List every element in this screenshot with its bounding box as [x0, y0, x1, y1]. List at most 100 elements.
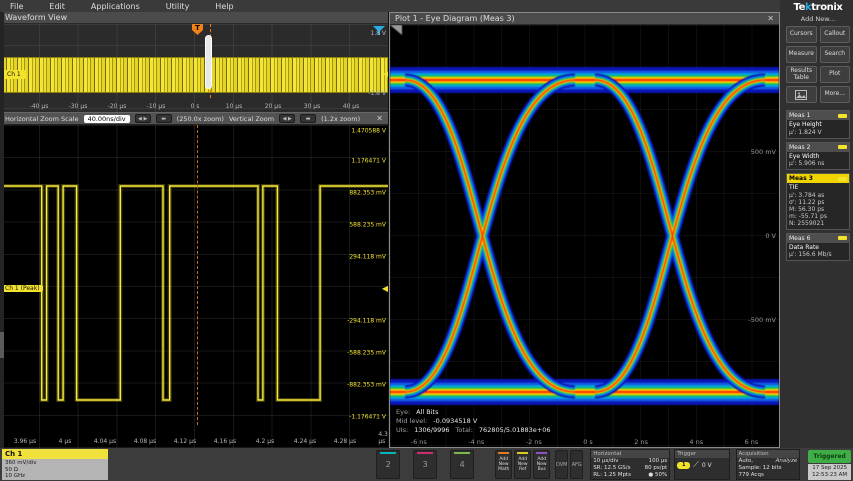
- vertical-zoom-slider[interactable]: ▬: [300, 114, 316, 123]
- utility-buttons: DVMAFG: [555, 450, 585, 479]
- eye-stat-label: Mid level:: [396, 417, 427, 426]
- channel-3-button[interactable]: 3: [413, 450, 437, 479]
- add-new-bus-button[interactable]: AddNewBus: [533, 450, 550, 479]
- eye-x-tick: -4 ns: [468, 438, 484, 446]
- eye-stat-value: 1306/9996: [414, 426, 449, 435]
- overview-channel-marker-icon: ◀: [383, 70, 388, 78]
- add-more--button[interactable]: More...: [820, 86, 851, 103]
- measurement-badge-meas1[interactable]: Meas 1Eye Heightµ': 1.824 V: [786, 110, 850, 139]
- zoom-x-tick: 4.04 µs: [94, 438, 116, 445]
- sidebar-scrollbar[interactable]: [0, 12, 4, 448]
- menu-item-applications[interactable]: Applications: [91, 2, 140, 11]
- horizontal-value: 100 µs: [645, 458, 668, 465]
- eye-stat-row: Eye:All Bits: [396, 408, 551, 417]
- horizontal-panel-title: Horizontal: [591, 450, 669, 458]
- trigger-status-button[interactable]: Triggered: [808, 450, 851, 463]
- measurement-header: Meas 6: [787, 234, 849, 243]
- date-label: 17 Sep 2025: [808, 465, 851, 473]
- overview-x-tick: 40 µs: [343, 103, 360, 110]
- trigger-settings-panel[interactable]: Trigger 1 ⟋ 0 V: [674, 449, 729, 480]
- eye-diagram-close-icon[interactable]: ✕: [767, 14, 774, 23]
- add-callout-button[interactable]: Callout: [820, 26, 851, 43]
- dvm-button[interactable]: DVM: [555, 450, 568, 479]
- eye-diagram-window: Plot 1 - Eye Diagram (Meas 3) ✕ 500 mV 0 …: [389, 12, 780, 448]
- measurement-stat: µ': 5.906 ns: [789, 160, 847, 167]
- overview-x-tick: -10 µs: [147, 103, 166, 110]
- vertical-zoom-label: Vertical Zoom: [229, 115, 274, 123]
- vertical-zoom-step-buttons[interactable]: ◀ ▶: [279, 114, 295, 123]
- eye-y-tick: 0 V: [765, 232, 776, 240]
- add-source-buttons: AddNewMathAddNewRefAddNewBus: [495, 450, 552, 479]
- add-new-label: Add New...: [786, 15, 850, 23]
- channel-2-button[interactable]: 2: [376, 450, 400, 479]
- channel-color-stripe: [380, 452, 396, 454]
- overview-x-tick: 0 s: [191, 103, 200, 110]
- plot-resize-icon[interactable]: [390, 25, 402, 35]
- measurement-stat: m: -55.71 ps: [789, 213, 847, 220]
- horizontal-zoom-scale-value[interactable]: 40.00ns/div: [84, 115, 130, 123]
- record-position-dot: ●: [648, 472, 655, 478]
- horizontal-settings-panel[interactable]: Horizontal 10 µs/div100 µsSR: 12.5 GS/s8…: [590, 449, 670, 480]
- measurement-body: Eye Widthµ': 5.906 ns: [787, 152, 849, 170]
- measurement-badge-meas2[interactable]: Meas 2Eye Widthµ': 5.906 ns: [786, 142, 850, 171]
- add-plot-button[interactable]: Plot: [820, 66, 851, 83]
- overview-channel-badge[interactable]: Ch 1: [2, 70, 26, 79]
- measurement-stat: M: 56.30 ps: [789, 206, 847, 213]
- measurement-badge-meas3[interactable]: Meas 3TIEµ': 3.784 asσ': 11.22 psM: 56.3…: [786, 173, 850, 230]
- zoom-x-tick: 3.96 µs: [14, 438, 36, 445]
- horizontal-zoom-slider[interactable]: ▬: [156, 114, 172, 123]
- eye-x-tick: -2 ns: [526, 438, 542, 446]
- add-button-line: Math: [498, 467, 509, 472]
- add-new-math-button[interactable]: AddNewMath: [495, 450, 512, 479]
- add-cursors-button[interactable]: Cursors: [786, 26, 817, 43]
- zoom-region-scrollbar[interactable]: [205, 35, 212, 89]
- eye-x-tick: 0 s: [583, 438, 593, 446]
- menu-item-utility[interactable]: Utility: [166, 2, 190, 11]
- measurement-header: Meas 3: [787, 174, 849, 183]
- horizontal-value: RL: 1.25 Mpts: [593, 472, 640, 479]
- eye-y-tick: 500 mV: [751, 148, 776, 156]
- measurement-stat: µ': 156.6 Mb/s: [789, 251, 847, 258]
- eye-stat-label: Eye:: [396, 408, 410, 417]
- trigger-position-marker[interactable]: T: [192, 24, 203, 35]
- zoom-x-tick: 4 µs: [59, 438, 72, 445]
- zoom-y-tick: -882.353 mV: [347, 382, 386, 389]
- afg-button[interactable]: AFG: [570, 450, 583, 479]
- menu-item-edit[interactable]: Edit: [49, 2, 65, 11]
- eye-diagram-plot[interactable]: 500 mV0 V-500 mV Eye:All BitsMid level:-…: [390, 25, 779, 447]
- menu-item-file[interactable]: File: [10, 2, 23, 11]
- acquisition-sample: Sample: 12 bits: [739, 465, 782, 472]
- menu-item-help[interactable]: Help: [215, 2, 233, 11]
- overview-x-tick: -40 µs: [30, 103, 49, 110]
- zoom-y-tick: -588.235 mV: [347, 350, 386, 357]
- channel-4-button[interactable]: 4: [450, 450, 474, 479]
- zoom-channel-badge[interactable]: Ch 1 (Peak): [2, 285, 43, 292]
- zoom-x-tick: 4.2 µs: [256, 438, 274, 445]
- screenshot-button[interactable]: [786, 86, 817, 103]
- results-sidebar: Tektronix Add New... CursorsCalloutMeasu…: [780, 0, 853, 448]
- add-new-ref-button[interactable]: AddNewRef: [514, 450, 531, 479]
- overview-x-tick: 10 µs: [226, 103, 243, 110]
- horizontal-zoom-factor: (250.0x zoom): [177, 115, 224, 123]
- acquisition-count: 779 Acqs: [739, 472, 764, 479]
- add-search-button[interactable]: Search: [820, 46, 851, 63]
- horizontal-zoom-step-buttons[interactable]: ◀ ▶: [135, 114, 151, 123]
- eye-diagram-titlebar[interactable]: Plot 1 - Eye Diagram (Meas 3) ✕: [390, 13, 779, 25]
- source-color-stripe: [498, 452, 509, 454]
- channel-1-badge[interactable]: Ch 1 360 mV/div50 Ω10 GHz: [2, 449, 108, 480]
- zoom-close-icon[interactable]: ✕: [376, 114, 383, 123]
- menu-bar: File Edit Applications Utility Help: [0, 0, 853, 12]
- trigger-panel-title: Trigger: [675, 450, 728, 458]
- zoom-x-tick: 4.16 µs: [214, 438, 236, 445]
- measurement-header: Meas 2: [787, 143, 849, 152]
- measurement-source-pill: [838, 145, 847, 149]
- waveform-zoom-graticule[interactable]: 1.470588 V1.176471 V882.353 mV588.235 mV…: [0, 125, 388, 448]
- eye-diagram-title: Plot 1 - Eye Diagram (Meas 3): [395, 14, 515, 23]
- waveform-view-titlebar[interactable]: Waveform View: [0, 12, 388, 24]
- add-results-table-button[interactable]: Results Table: [786, 66, 817, 83]
- add-measure-button[interactable]: Measure: [786, 46, 817, 63]
- measurement-badge-meas6[interactable]: Meas 6Data Rateµ': 156.6 Mb/s: [786, 233, 850, 262]
- acquisition-settings-panel[interactable]: Acquisition Auto,Analyze Sample: 12 bits…: [736, 449, 801, 480]
- trigger-level: 0 V: [702, 462, 712, 469]
- waveform-overview[interactable]: Ch 1 T 1.8 V -1.8 V ◀ -40 µs-30 µs-20 µs…: [0, 24, 388, 112]
